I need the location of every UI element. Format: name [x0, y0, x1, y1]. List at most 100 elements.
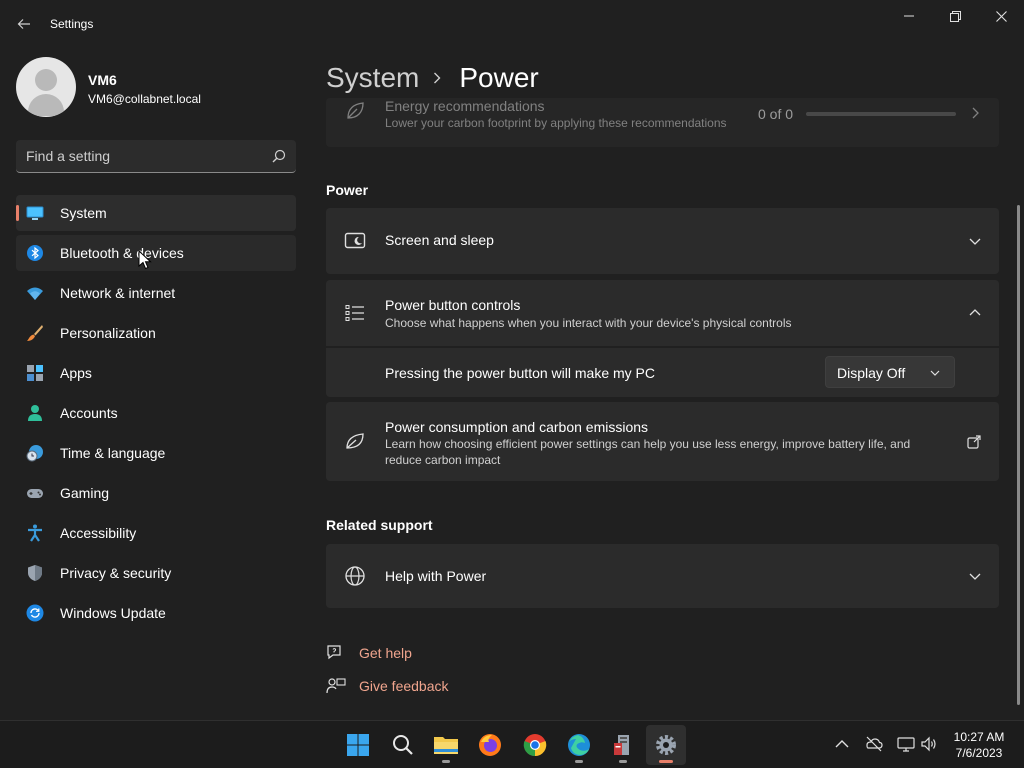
taskbar-server-manager[interactable]: [603, 725, 643, 765]
search-icon: [393, 735, 413, 755]
recommendation-progress-bar: [806, 112, 956, 116]
card-description: Lower your carbon footprint by applying …: [385, 116, 727, 130]
sidebar-item-label: System: [60, 205, 107, 221]
chevron-down-icon: [969, 573, 981, 580]
power-button-action-dropdown[interactable]: Display Off: [825, 356, 955, 388]
sidebar-item-windows-update[interactable]: Windows Update: [16, 595, 296, 631]
settings-gear-icon: [656, 735, 676, 755]
taskbar-firefox[interactable]: [470, 725, 510, 765]
sidebar-item-privacy-security[interactable]: Privacy & security: [16, 555, 296, 591]
leaf-icon: [347, 102, 364, 119]
close-button[interactable]: [978, 0, 1024, 32]
system-clock[interactable]: 10:27 AM 7/6/2023: [940, 729, 1018, 761]
power-button-controls-card[interactable]: Power button controls Choose what happen…: [326, 280, 999, 346]
leaf-heart-icon: [346, 433, 364, 449]
minimize-button[interactable]: [886, 0, 932, 32]
screen-and-sleep-card[interactable]: Screen and sleep: [326, 208, 999, 274]
sidebar-item-bluetooth[interactable]: Bluetooth & devices: [16, 235, 296, 271]
mouse-cursor-icon: [138, 250, 152, 270]
restore-button[interactable]: [932, 0, 978, 32]
card-title: Power button controls: [385, 297, 521, 313]
get-help-text: Get help: [359, 645, 412, 661]
sidebar-item-label: Accounts: [60, 405, 118, 421]
back-button[interactable]: [10, 10, 38, 38]
power-consumption-card[interactable]: Power consumption and carbon emissions L…: [326, 402, 999, 481]
edge-icon: [568, 734, 590, 756]
power-button-action-row: Pressing the power button will make my P…: [326, 348, 999, 397]
breadcrumb-parent[interactable]: System: [326, 62, 419, 94]
onedrive-offline-icon[interactable]: [865, 735, 883, 753]
get-help-link[interactable]: Get help: [326, 642, 412, 664]
bluetooth-icon: [27, 245, 43, 261]
sidebar-item-system[interactable]: System: [16, 195, 296, 231]
energy-recommendations-card[interactable]: Energy recommendations Lower your carbon…: [326, 98, 999, 147]
help-chat-icon: [327, 645, 341, 660]
sidebar-item-time-language[interactable]: Time & language: [16, 435, 296, 471]
chevron-right-icon: [972, 107, 979, 119]
sidebar-nav: System Bluetooth & devices Network & int…: [16, 195, 296, 635]
close-icon: [995, 10, 1007, 22]
start-button[interactable]: [338, 725, 378, 765]
taskbar-file-explorer[interactable]: [426, 725, 466, 765]
firefox-icon: [479, 734, 501, 756]
card-description-line1: Learn how choosing efficient power setti…: [385, 437, 911, 451]
chevron-right-icon: [433, 71, 445, 85]
running-indicator: [575, 760, 583, 763]
chevron-down-icon: [969, 238, 981, 245]
sidebar-item-accessibility[interactable]: Accessibility: [16, 515, 296, 551]
chevron-up-icon[interactable]: [833, 735, 851, 753]
card-description: Choose what happens when you interact wi…: [385, 316, 792, 330]
sidebar-item-label: Time & language: [60, 445, 166, 461]
sidebar-item-network[interactable]: Network & internet: [16, 275, 296, 311]
give-feedback-link[interactable]: Give feedback: [326, 675, 449, 697]
sidebar-item-apps[interactable]: Apps: [16, 355, 296, 391]
card-title: Help with Power: [385, 568, 487, 584]
external-link-icon: [967, 435, 981, 449]
sidebar-item-gaming[interactable]: Gaming: [16, 475, 296, 511]
help-with-power-card[interactable]: Help with Power: [326, 544, 999, 608]
search-input[interactable]: [26, 140, 266, 172]
sidebar-item-label: Accessibility: [60, 525, 137, 541]
shield-icon: [28, 565, 42, 581]
user-profile[interactable]: VM6 VM6@collabnet.local: [16, 57, 296, 117]
taskbar-settings[interactable]: [646, 725, 686, 765]
person-icon: [28, 405, 42, 421]
sidebar-item-accounts[interactable]: Accounts: [16, 395, 296, 431]
minimize-icon: [904, 15, 914, 17]
start-icon: [347, 734, 369, 756]
accessibility-icon: [28, 524, 42, 542]
apps-grid-icon: [27, 365, 43, 381]
give-feedback-text: Give feedback: [359, 678, 449, 694]
back-arrow-icon: [17, 19, 30, 29]
volume-icon[interactable]: [920, 735, 938, 753]
title-bar: Settings: [0, 0, 1024, 48]
search-box: [16, 140, 296, 173]
taskbar-edge[interactable]: [559, 725, 599, 765]
sidebar-item-personalization[interactable]: Personalization: [16, 315, 296, 351]
taskbar-search-button[interactable]: [383, 725, 423, 765]
sidebar-item-label: Personalization: [60, 325, 156, 341]
sidebar-item-label: Apps: [60, 365, 92, 381]
scrollbar[interactable]: [1017, 205, 1020, 705]
page-title: Power: [459, 62, 539, 93]
search-icon[interactable]: [272, 149, 286, 163]
card-title: Power consumption and carbon emissions: [385, 419, 649, 435]
section-title-power: Power: [326, 182, 369, 198]
breadcrumb: System Power: [326, 58, 539, 98]
sidebar-item-label: Privacy & security: [60, 565, 172, 581]
card-description-line2: reduce carbon impact: [385, 453, 501, 467]
paintbrush-icon: [27, 325, 43, 341]
chevron-up-icon: [969, 309, 981, 316]
network-icon[interactable]: [897, 735, 915, 753]
wifi-icon: [27, 287, 43, 300]
power-button-row-label: Pressing the power button will make my P…: [385, 365, 655, 381]
active-indicator: [659, 760, 673, 763]
monitor-icon: [26, 206, 44, 220]
taskbar-chrome[interactable]: [515, 725, 555, 765]
avatar: [16, 57, 76, 117]
globe-clock-icon: [26, 445, 43, 462]
refresh-icon: [26, 604, 44, 622]
card-title: Energy recommendations: [385, 98, 545, 114]
sidebar-item-label: Bluetooth & devices: [60, 245, 184, 261]
selection-indicator: [16, 205, 19, 221]
